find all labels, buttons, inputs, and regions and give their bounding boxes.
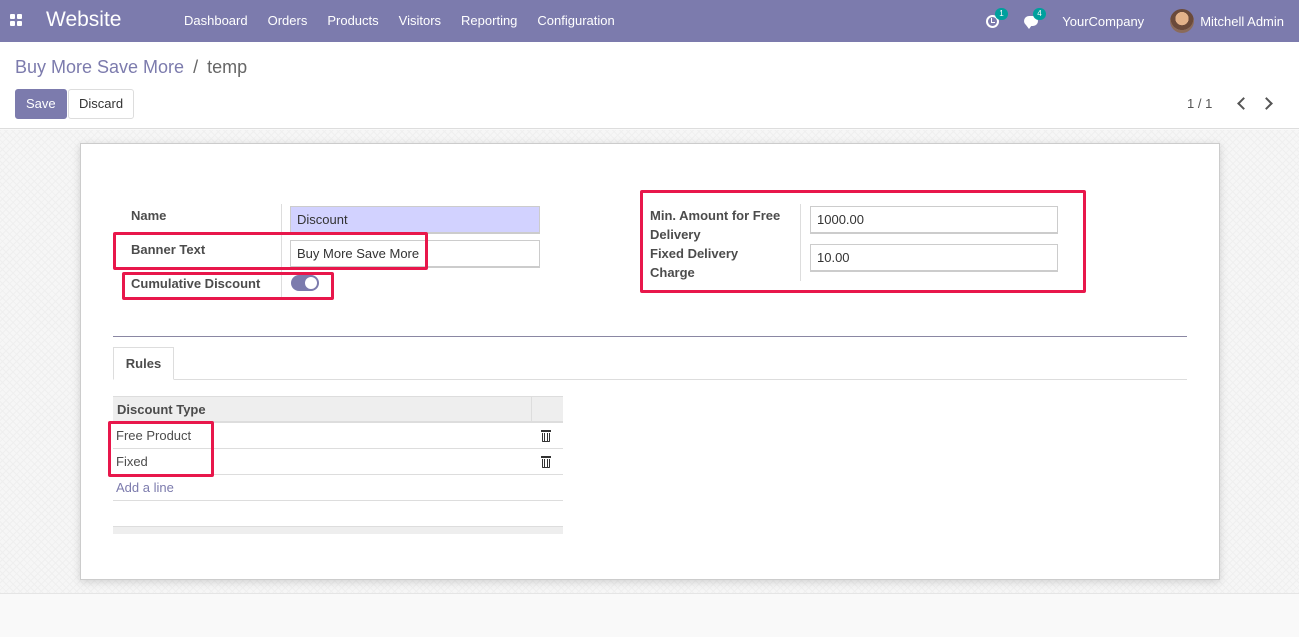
trash-icon[interactable] xyxy=(541,456,551,468)
menu-item-products[interactable]: Products xyxy=(317,0,388,42)
fixed-delivery-label: Fixed Delivery Charge xyxy=(650,246,739,280)
tab-rules[interactable]: Rules xyxy=(113,347,174,380)
cumulative-discount-toggle[interactable] xyxy=(291,275,319,291)
chatter-area xyxy=(0,593,1299,637)
breadcrumb-separator: / xyxy=(193,57,199,77)
label-divider-right xyxy=(800,204,801,281)
name-field[interactable]: Discount xyxy=(290,206,540,234)
chevron-left-icon[interactable] xyxy=(1234,95,1250,111)
column-header-actions xyxy=(531,397,563,421)
chevron-right-icon[interactable] xyxy=(1260,95,1276,111)
activity-button[interactable]: 1 xyxy=(986,8,1008,29)
add-line-link[interactable]: Add a line xyxy=(116,480,174,495)
user-name: Mitchell Admin xyxy=(1200,13,1284,29)
table-header: Discount Type xyxy=(113,396,563,423)
label-divider xyxy=(281,204,282,300)
discard-button[interactable]: Discard xyxy=(68,89,135,119)
menu-item-visitors[interactable]: Visitors xyxy=(389,0,451,42)
banner-text-label: Banner Text xyxy=(131,242,206,257)
min-amount-field[interactable]: 1000.00 xyxy=(810,206,1058,234)
breadcrumb-current: temp xyxy=(207,57,248,77)
menu-item-dashboard[interactable]: Dashboard xyxy=(174,0,258,42)
save-button[interactable]: Save xyxy=(15,89,67,119)
breadcrumb: Buy More Save More / temp xyxy=(15,57,247,78)
messages-button[interactable]: 4 xyxy=(1024,8,1046,29)
tabs-baseline xyxy=(113,379,1187,380)
menu-item-configuration[interactable]: Configuration xyxy=(527,0,624,42)
message-count-badge: 4 xyxy=(1033,8,1046,20)
table-footer xyxy=(113,526,563,534)
add-line-row: Add a line xyxy=(113,475,563,501)
section-separator xyxy=(113,336,1187,337)
main-menu: Dashboard Orders Products Visitors Repor… xyxy=(174,0,625,42)
cumulative-discount-label: Cumulative Discount xyxy=(131,276,261,291)
fixed-delivery-field[interactable]: 10.00 xyxy=(810,244,1058,272)
apps-menu-icon[interactable] xyxy=(10,14,22,26)
control-panel: Buy More Save More / temp Save Discard 1… xyxy=(0,42,1299,129)
trash-icon[interactable] xyxy=(541,430,551,442)
company-switcher[interactable]: YourCompany xyxy=(1062,14,1144,29)
column-header-discount-type[interactable]: Discount Type xyxy=(113,397,531,421)
table-row[interactable]: Fixed xyxy=(113,449,563,475)
banner-text-field[interactable]: Buy More Save More xyxy=(290,240,540,268)
table-row[interactable]: Free Product xyxy=(113,423,563,449)
min-amount-label: Min. Amount for Free Delivery xyxy=(650,208,781,242)
user-menu[interactable]: Mitchell Admin xyxy=(1170,9,1284,33)
avatar xyxy=(1170,9,1195,33)
breadcrumb-parent-link[interactable]: Buy More Save More xyxy=(15,57,184,77)
activity-count-badge: 1 xyxy=(995,8,1008,20)
menu-item-reporting[interactable]: Reporting xyxy=(451,0,527,42)
discount-type-cell[interactable]: Free Product xyxy=(113,428,531,443)
app-brand[interactable]: Website xyxy=(46,8,121,32)
discount-type-cell[interactable]: Fixed xyxy=(113,454,531,469)
pager-value[interactable]: 1 / 1 xyxy=(1187,96,1212,111)
rules-table: Discount Type Free Product Fixed Add a l… xyxy=(113,396,563,534)
top-navbar: Website Dashboard Orders Products Visito… xyxy=(0,0,1299,42)
menu-item-orders[interactable]: Orders xyxy=(258,0,318,42)
systray: 1 4 YourCompany Mitchell Admin xyxy=(986,0,1299,42)
name-label: Name xyxy=(131,208,167,223)
